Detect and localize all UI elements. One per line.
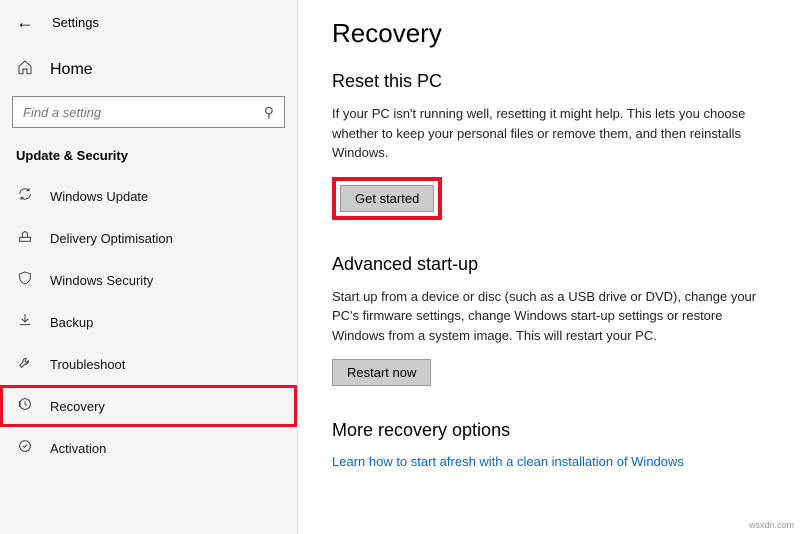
sidebar-item-troubleshoot[interactable]: Troubleshoot <box>0 343 297 385</box>
get-started-highlight: Get started <box>332 177 442 220</box>
sidebar-item-activation[interactable]: Activation <box>0 427 297 469</box>
header-row: ← Settings <box>0 12 297 49</box>
activation-icon <box>16 438 34 458</box>
shield-icon <box>16 270 34 290</box>
sidebar-item-backup[interactable]: Backup <box>0 301 297 343</box>
sidebar-item-recovery[interactable]: Recovery <box>0 385 297 427</box>
nav-label: Windows Security <box>50 273 153 288</box>
restart-now-button[interactable]: Restart now <box>332 359 431 386</box>
home-icon <box>16 59 34 80</box>
sidebar-item-home[interactable]: Home <box>0 49 297 90</box>
wrench-icon <box>16 354 34 374</box>
nav-label: Recovery <box>50 399 105 414</box>
search-box[interactable]: ⚲ <box>12 96 285 128</box>
nav-label: Windows Update <box>50 189 148 204</box>
backup-icon <box>16 312 34 332</box>
watermark: wsxdn.com <box>749 520 794 530</box>
advanced-heading: Advanced start-up <box>332 254 770 275</box>
advanced-startup-section: Advanced start-up Start up from a device… <box>332 254 770 387</box>
main-content: Recovery Reset this PC If your PC isn't … <box>298 0 800 534</box>
category-title: Update & Security <box>0 142 297 175</box>
nav-label: Activation <box>50 441 106 456</box>
advanced-body: Start up from a device or disc (such as … <box>332 287 770 346</box>
sidebar: ← Settings Home ⚲ Update & Security Wind… <box>0 0 298 534</box>
search-wrap: ⚲ <box>0 90 297 142</box>
clean-install-link[interactable]: Learn how to start afresh with a clean i… <box>332 454 684 469</box>
reset-pc-section: Reset this PC If your PC isn't running w… <box>332 71 770 220</box>
sidebar-item-windows-update[interactable]: Windows Update <box>0 175 297 217</box>
page-title: Recovery <box>332 18 770 49</box>
recovery-icon <box>16 396 34 416</box>
get-started-button[interactable]: Get started <box>340 185 434 212</box>
settings-title: Settings <box>52 15 99 30</box>
sidebar-item-delivery-optimisation[interactable]: Delivery Optimisation <box>0 217 297 259</box>
delivery-icon <box>16 228 34 248</box>
nav-label: Backup <box>50 315 93 330</box>
search-icon: ⚲ <box>264 104 274 121</box>
back-icon[interactable]: ← <box>16 12 34 33</box>
more-recovery-section: More recovery options Learn how to start… <box>332 420 770 471</box>
sync-icon <box>16 186 34 206</box>
nav-label: Troubleshoot <box>50 357 125 372</box>
search-input[interactable] <box>23 105 264 120</box>
more-heading: More recovery options <box>332 420 770 441</box>
home-label: Home <box>50 61 93 79</box>
nav-label: Delivery Optimisation <box>50 231 173 246</box>
reset-body: If your PC isn't running well, resetting… <box>332 104 770 163</box>
reset-heading: Reset this PC <box>332 71 770 92</box>
sidebar-item-windows-security[interactable]: Windows Security <box>0 259 297 301</box>
